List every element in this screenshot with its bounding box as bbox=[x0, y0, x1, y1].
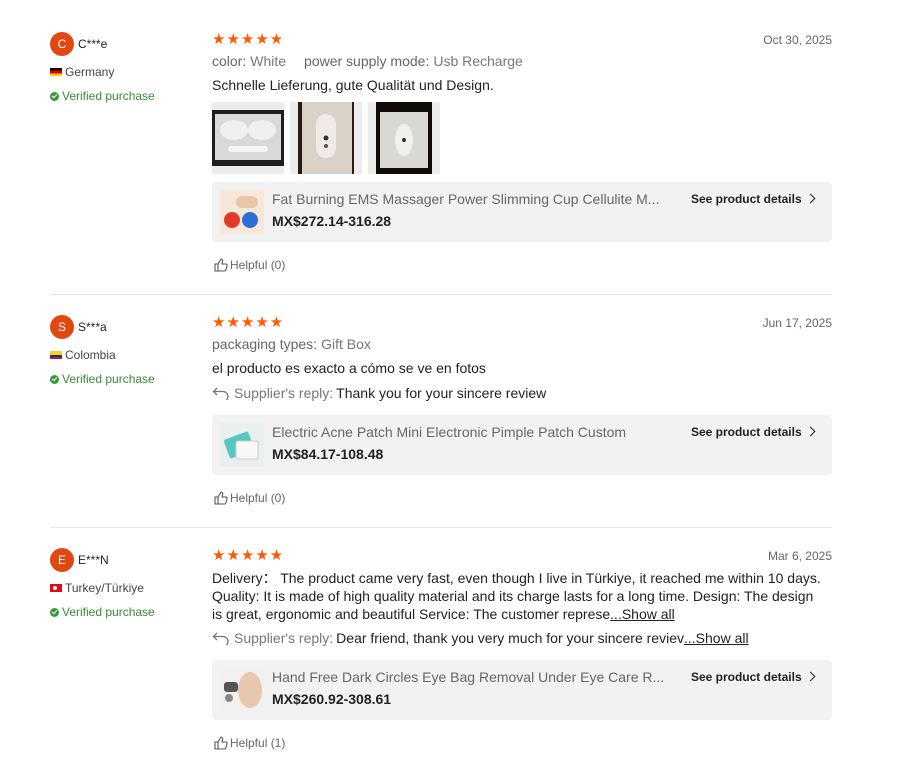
attr-label: packaging types: bbox=[212, 336, 318, 352]
reviewer-name: C***e bbox=[78, 37, 108, 51]
review-date: Mar 6, 2025 bbox=[767, 549, 832, 563]
reviewer-name: E***N bbox=[78, 553, 109, 567]
review-text: el producto es exacto a cómo se ve en fo… bbox=[212, 360, 486, 376]
helpful-button[interactable]: Helpful (1) bbox=[214, 736, 285, 750]
verified-badge: Verified purchase bbox=[50, 372, 155, 386]
chevron-right-icon bbox=[805, 193, 816, 204]
chevron-right-icon bbox=[805, 426, 816, 437]
verified-label: Verified purchase bbox=[62, 372, 155, 386]
product-price: MX$272.14-316.28 bbox=[272, 213, 392, 229]
verified-label: Verified purchase bbox=[62, 89, 155, 103]
review-photo[interactable] bbox=[368, 102, 440, 174]
review-photo[interactable] bbox=[290, 102, 362, 174]
germany-flag-icon bbox=[50, 68, 62, 76]
reply-text: Thank you for your sincere review bbox=[336, 385, 547, 401]
see-product-details-link[interactable]: See product details bbox=[690, 670, 816, 684]
details-label: See product details bbox=[690, 425, 802, 439]
reply-arrow-icon bbox=[212, 387, 229, 400]
star-rating: ★★★★★ bbox=[212, 31, 285, 48]
see-product-details-link[interactable]: See product details bbox=[690, 192, 816, 206]
star-rating: ★★★★★ bbox=[212, 314, 285, 331]
reviewer-country: Germany bbox=[50, 65, 114, 79]
supplier-reply: Supplier's reply: Thank you for your sinc… bbox=[212, 385, 546, 401]
thumbs-up-icon bbox=[214, 258, 228, 272]
supplier-reply: Supplier's reply: Dear friend, thank you … bbox=[212, 630, 749, 646]
reviewer-name: S***a bbox=[78, 320, 107, 334]
review-card: C C***e Germany Verified purchase ★★★★★ … bbox=[50, 32, 832, 282]
reviewer-country: Colombia bbox=[50, 348, 116, 362]
avatar: C bbox=[50, 32, 74, 56]
product-title[interactable]: Fat Burning EMS Massager Power Slimming … bbox=[272, 191, 682, 207]
review-date: Jun 17, 2025 bbox=[762, 316, 832, 330]
star-rating: ★★★★★ bbox=[212, 547, 285, 564]
details-label: See product details bbox=[690, 192, 802, 206]
attr-label: color: bbox=[212, 53, 247, 69]
thumbs-up-icon bbox=[214, 491, 228, 505]
product-price: MX$260.92-308.61 bbox=[272, 691, 392, 707]
thumbs-up-icon bbox=[214, 736, 228, 750]
helpful-label: Helpful (0) bbox=[230, 491, 286, 505]
country-label: Turkey/Türkiye bbox=[65, 581, 144, 595]
helpful-label: Helpful (1) bbox=[230, 736, 286, 750]
turkey-flag-icon bbox=[50, 584, 62, 592]
reviewer-country: Turkey/Türkiye bbox=[50, 581, 144, 595]
attr-label: power supply mode: bbox=[304, 53, 430, 69]
product-title[interactable]: Hand Free Dark Circles Eye Bag Removal U… bbox=[272, 669, 682, 685]
review-text: Delivery： The product came very fast, ev… bbox=[212, 569, 822, 623]
verified-label: Verified purchase bbox=[62, 605, 155, 619]
helpful-label: Helpful (0) bbox=[230, 258, 286, 272]
sku-attributes: packaging types: Gift Box bbox=[212, 336, 371, 352]
product-thumbnail bbox=[220, 423, 264, 467]
helpful-button[interactable]: Helpful (0) bbox=[214, 491, 285, 505]
review-photos bbox=[212, 102, 440, 174]
country-label: Colombia bbox=[65, 348, 116, 362]
attr-value: Gift Box bbox=[321, 336, 371, 352]
country-label: Germany bbox=[65, 65, 115, 79]
sku-attributes: color: White power supply mode: Usb Recharg… bbox=[212, 53, 523, 69]
check-icon bbox=[50, 374, 59, 384]
helpful-button[interactable]: Helpful (0) bbox=[214, 258, 285, 272]
review-card: S S***a Colombia Verified purchase ★★★★★… bbox=[50, 315, 832, 515]
avatar: S bbox=[50, 315, 74, 339]
product-price: MX$84.17-108.48 bbox=[272, 446, 384, 462]
product-thumbnail bbox=[220, 190, 264, 234]
reply-arrow-icon bbox=[212, 632, 229, 645]
review-date: Oct 30, 2025 bbox=[763, 33, 832, 47]
chevron-right-icon bbox=[805, 671, 816, 682]
product-thumbnail bbox=[220, 668, 264, 712]
attr-value: Usb Recharge bbox=[433, 53, 523, 69]
reply-show-all-link[interactable]: ...Show all bbox=[684, 630, 749, 646]
colombia-flag-icon bbox=[50, 351, 62, 359]
reply-label: Supplier's reply: bbox=[234, 385, 334, 401]
check-icon bbox=[50, 91, 59, 101]
check-icon bbox=[50, 607, 59, 617]
product-card[interactable]: Electric Acne Patch Mini Electronic Pimp… bbox=[212, 415, 832, 475]
show-all-link[interactable]: ...Show all bbox=[610, 606, 675, 622]
attr-value: White bbox=[250, 53, 287, 69]
verified-badge: Verified purchase bbox=[50, 89, 155, 103]
reply-text: Dear friend, thank you very much for you… bbox=[336, 630, 684, 646]
product-card[interactable]: Hand Free Dark Circles Eye Bag Removal U… bbox=[212, 660, 832, 720]
details-label: See product details bbox=[690, 670, 802, 684]
see-product-details-link[interactable]: See product details bbox=[690, 425, 816, 439]
review-photo[interactable] bbox=[212, 102, 284, 174]
review-divider bbox=[50, 294, 832, 295]
avatar: E bbox=[50, 548, 74, 572]
verified-badge: Verified purchase bbox=[50, 605, 155, 619]
review-text: Schnelle Lieferung, gute Qualität und De… bbox=[212, 77, 494, 93]
review-divider bbox=[50, 527, 832, 528]
reply-label: Supplier's reply: bbox=[234, 630, 334, 646]
review-card: E E***N Turkey/Türkiye Verified purchase… bbox=[50, 548, 832, 753]
product-title[interactable]: Electric Acne Patch Mini Electronic Pimp… bbox=[272, 424, 682, 440]
review-text-content: Delivery： The product came very fast, ev… bbox=[212, 570, 821, 622]
product-card[interactable]: Fat Burning EMS Massager Power Slimming … bbox=[212, 182, 832, 242]
